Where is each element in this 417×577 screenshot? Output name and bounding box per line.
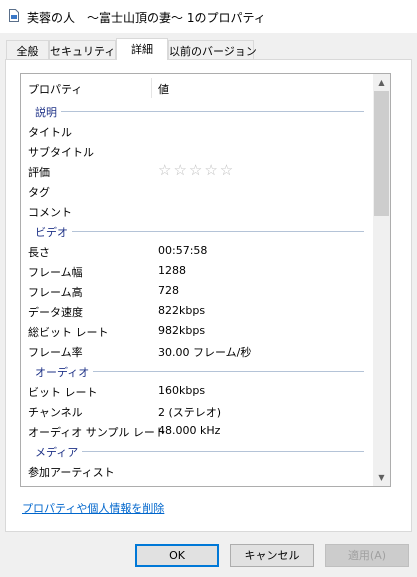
row-frame-rate[interactable]: フレーム率 30.00 フレーム/秒 <box>21 341 373 361</box>
property-name: タイトル <box>28 126 72 139</box>
group-header-audio: オーディオ <box>21 361 373 381</box>
row-title[interactable]: タイトル <box>21 121 373 141</box>
property-value: 160kbps <box>158 384 206 397</box>
row-frame-width[interactable]: フレーム幅 1288 <box>21 261 373 281</box>
property-name: データ速度 <box>28 306 83 319</box>
row-subtitle[interactable]: サブタイトル <box>21 141 373 161</box>
property-name: フレーム幅 <box>28 266 83 279</box>
property-name: コメント <box>28 206 72 219</box>
property-name: フレーム高 <box>28 286 83 299</box>
row-total-bitrate[interactable]: 総ビット レート 982kbps <box>21 321 373 341</box>
column-divider[interactable] <box>151 78 152 98</box>
row-frame-height[interactable]: フレーム高 728 <box>21 281 373 301</box>
group-label: 説明 <box>35 104 61 120</box>
tab-strip: 全般 セキュリティ 詳細 以前のバージョン <box>0 38 417 60</box>
row-comments[interactable]: コメント <box>21 201 373 221</box>
property-name: チャンネル <box>28 406 83 419</box>
property-name: ビット レート <box>28 386 98 399</box>
property-name: 長さ <box>28 246 50 259</box>
group-divider <box>35 111 364 112</box>
list-body: 説明 タイトル サブタイトル 評価 ☆☆☆☆☆ タグ コメント ビデオ 長さ 0 <box>21 101 373 486</box>
row-length[interactable]: 長さ 00:57:58 <box>21 241 373 261</box>
column-header-property[interactable]: プロパティ <box>28 81 82 97</box>
list-header: プロパティ 値 <box>21 74 373 101</box>
vertical-scrollbar[interactable]: ▲ ▼ <box>373 74 390 486</box>
property-name: 評価 <box>28 166 50 179</box>
property-value: 982kbps <box>158 324 206 337</box>
tab-details[interactable]: 詳細 <box>116 38 168 60</box>
property-value: 2 (ステレオ) <box>158 406 222 419</box>
window-title: 芙蓉の人 ～富士山頂の妻～ 1のプロパティ <box>27 11 266 25</box>
property-name: サブタイトル <box>28 146 94 159</box>
tab-previous-versions[interactable]: 以前のバージョン <box>168 40 257 59</box>
row-contributing-artists[interactable]: 参加アーティスト <box>21 461 373 481</box>
group-label: オーディオ <box>35 364 94 380</box>
ok-button[interactable]: OK <box>135 544 219 567</box>
property-name: オーディオ サンプル レート <box>28 426 166 439</box>
group-divider <box>35 451 364 452</box>
group-header-video: ビデオ <box>21 221 373 241</box>
group-header-media: メディア <box>21 441 373 461</box>
group-label: メディア <box>35 444 83 460</box>
property-value: 728 <box>158 284 179 297</box>
property-name: タグ <box>28 186 50 199</box>
row-sample-rate[interactable]: オーディオ サンプル レート 48.000 kHz <box>21 421 373 441</box>
scroll-thumb[interactable] <box>374 91 389 216</box>
tab-general[interactable]: 全般 <box>6 40 49 59</box>
row-rating[interactable]: 評価 ☆☆☆☆☆ <box>21 161 373 181</box>
cancel-button[interactable]: キャンセル <box>230 544 314 567</box>
details-list: プロパティ 値 説明 タイトル サブタイトル 評価 ☆☆☆☆☆ タグ コメント <box>20 73 391 487</box>
property-name: フレーム率 <box>28 346 83 359</box>
property-name: 総ビット レート <box>28 326 109 339</box>
row-channels[interactable]: チャンネル 2 (ステレオ) <box>21 401 373 421</box>
group-label: ビデオ <box>35 224 72 240</box>
apply-button[interactable]: 適用(A) <box>325 544 409 567</box>
row-data-rate[interactable]: データ速度 822kbps <box>21 301 373 321</box>
column-header-value[interactable]: 値 <box>158 81 169 97</box>
title-bar: 芙蓉の人 ～富士山頂の妻～ 1のプロパティ <box>0 0 417 33</box>
property-value: 822kbps <box>158 304 206 317</box>
group-divider <box>35 231 364 232</box>
property-value: 48.000 kHz <box>158 424 221 437</box>
property-value: 1288 <box>158 264 186 277</box>
group-header-description: 説明 <box>21 101 373 121</box>
remove-properties-link[interactable]: プロパティや個人情報を削除 <box>22 500 164 516</box>
rating-stars[interactable]: ☆☆☆☆☆ <box>158 161 235 179</box>
property-value: 30.00 フレーム/秒 <box>158 346 252 359</box>
scroll-down-arrow-icon[interactable]: ▼ <box>373 469 390 486</box>
scroll-up-arrow-icon[interactable]: ▲ <box>373 74 390 91</box>
property-value: 00:57:58 <box>158 244 208 257</box>
property-name: 参加アーティスト <box>28 466 115 479</box>
row-tags[interactable]: タグ <box>21 181 373 201</box>
file-icon <box>9 9 19 22</box>
tab-security[interactable]: セキュリティ <box>49 40 116 59</box>
row-bitrate[interactable]: ビット レート 160kbps <box>21 381 373 401</box>
